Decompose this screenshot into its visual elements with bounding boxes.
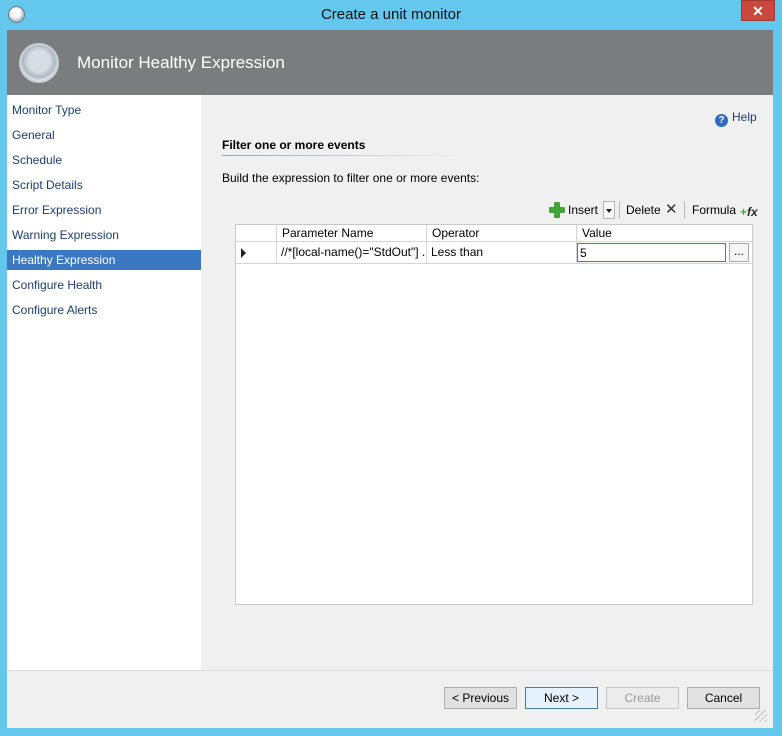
- chevron-down-icon: [606, 209, 612, 213]
- wizard-step-nav: Monitor Type General Schedule Script Det…: [7, 95, 201, 670]
- column-header-value[interactable]: Value: [577, 225, 752, 242]
- footer-divider: [7, 670, 773, 671]
- nav-item-configure-alerts[interactable]: Configure Alerts: [7, 300, 201, 320]
- nav-item-configure-health[interactable]: Configure Health: [7, 275, 201, 295]
- toolbar-separator: [619, 201, 620, 219]
- table-row[interactable]: //*[local-name()="StdOut"] ... Less than…: [236, 242, 752, 264]
- toolbar-separator: [684, 201, 685, 219]
- row-selector[interactable]: [236, 242, 277, 264]
- nav-item-healthy-expression[interactable]: Healthy Expression: [7, 250, 201, 270]
- close-button[interactable]: ✕: [741, 0, 775, 21]
- nav-item-monitor-type[interactable]: Monitor Type: [7, 100, 201, 120]
- help-label: Help: [732, 110, 757, 124]
- delete-button[interactable]: Delete ✕: [626, 199, 682, 221]
- delete-label: Delete: [626, 203, 661, 217]
- value-ellipsis-button[interactable]: ...: [729, 243, 749, 262]
- help-link[interactable]: ? Help: [715, 110, 757, 127]
- nav-item-script-details[interactable]: Script Details: [7, 175, 201, 195]
- wizard-window: Create a unit monitor ✕ Monitor Healthy …: [0, 0, 782, 736]
- expression-grid: Parameter Name Operator Value //*[local-…: [235, 224, 753, 605]
- page-title: Monitor Healthy Expression: [77, 53, 285, 72]
- cancel-button[interactable]: Cancel: [687, 687, 760, 709]
- monitor-icon: [19, 43, 59, 83]
- window-title: Create a unit monitor: [320, 6, 462, 23]
- row-header-corner: [236, 225, 277, 242]
- resize-grip-icon[interactable]: [755, 710, 767, 722]
- insert-dropdown-arrow[interactable]: [603, 201, 615, 219]
- instructions-text: Build the expression to filter one or mo…: [222, 171, 480, 185]
- formula-fx-icon: +fx: [740, 205, 758, 219]
- wizard-header: Monitor Healthy Expression: [7, 30, 773, 95]
- nav-item-warning-expression[interactable]: Warning Expression: [7, 225, 201, 245]
- help-icon: ?: [715, 114, 728, 127]
- plus-icon: [549, 202, 565, 218]
- section-divider: [222, 155, 462, 156]
- nav-item-general[interactable]: General: [7, 125, 201, 145]
- formula-label: Formula: [692, 203, 737, 217]
- insert-button[interactable]: Insert: [549, 199, 605, 221]
- delete-x-icon: ✕: [665, 201, 678, 218]
- current-row-marker-icon: [241, 248, 246, 258]
- wizard-client-area: Monitor Healthy Expression Monitor Type …: [7, 30, 773, 728]
- title-bar[interactable]: Create a unit monitor ✕: [0, 0, 782, 30]
- grid-header: Parameter Name Operator Value: [236, 225, 752, 242]
- create-button[interactable]: Create: [606, 687, 679, 709]
- nav-item-error-expression[interactable]: Error Expression: [7, 200, 201, 220]
- previous-button[interactable]: < Previous: [444, 687, 517, 709]
- insert-label: Insert: [568, 203, 599, 217]
- column-header-operator[interactable]: Operator: [427, 225, 577, 242]
- section-title: Filter one or more events: [222, 138, 366, 152]
- wizard-content: ? Help Filter one or more events Build th…: [201, 95, 773, 670]
- value-input[interactable]: [577, 243, 726, 262]
- nav-item-schedule[interactable]: Schedule: [7, 150, 201, 170]
- formula-button[interactable]: Formula +fx: [692, 199, 762, 221]
- operator-cell[interactable]: Less than: [427, 242, 577, 264]
- column-header-parameter-name[interactable]: Parameter Name: [277, 225, 427, 242]
- parameter-name-cell[interactable]: //*[local-name()="StdOut"] ...: [277, 242, 427, 264]
- next-button[interactable]: Next >: [525, 687, 598, 709]
